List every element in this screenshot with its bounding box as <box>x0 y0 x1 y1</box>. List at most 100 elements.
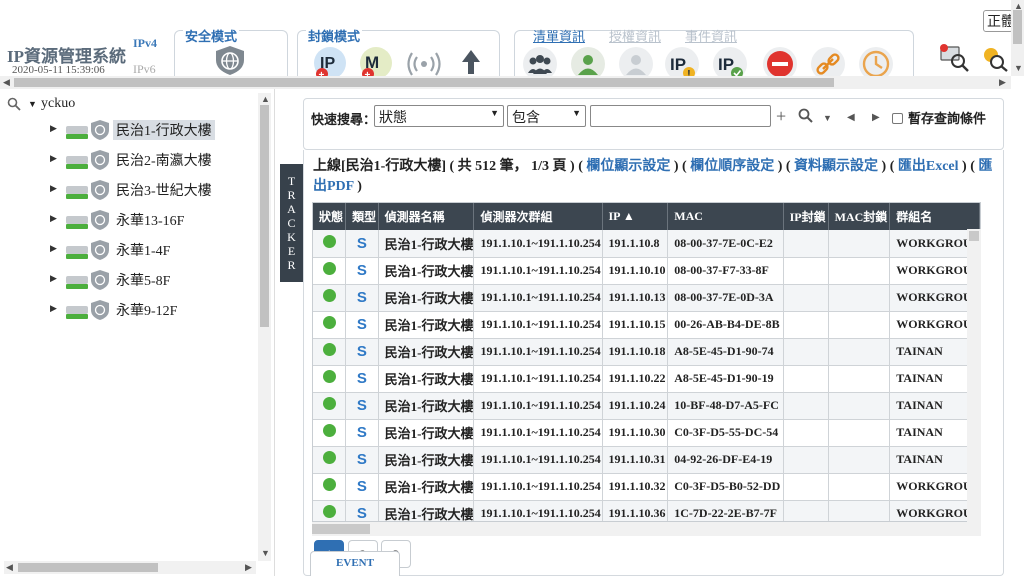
column-header-detector-subgroup[interactable]: 偵測器次群組 <box>473 203 603 230</box>
mac-cell[interactable]: 1C-7D-22-2E-B7-7F <box>667 500 784 521</box>
search-field-select[interactable]: 狀態 ▼ <box>374 105 504 127</box>
tree-node[interactable]: ▶ 永華1-4F <box>50 238 260 262</box>
table-row[interactable]: S 民治1-行政大樓 191.1.10.1~191.1.10.254 191.1.10… <box>313 338 980 366</box>
mac-cell[interactable]: 08-00-37-7E-0C-E2 <box>667 230 784 258</box>
column-header-status[interactable]: 狀態 <box>313 203 347 230</box>
column-header-ip[interactable]: IP ▲ <box>602 203 669 230</box>
scroll-left-icon[interactable]: ◀ <box>6 563 13 572</box>
table-row[interactable]: S 民治1-行政大樓 191.1.10.1~191.1.10.254 191.1.10… <box>313 257 980 285</box>
column-header-detector-name[interactable]: 偵測器名稱 <box>378 203 475 230</box>
column-header-type[interactable]: 類型 <box>345 203 379 230</box>
tab-event-info[interactable]: 事件資訊 <box>685 26 737 45</box>
table-row[interactable]: S 民治1-行政大樓 191.1.10.1~191.1.10.254 191.1.10… <box>313 500 980 521</box>
mac-cell[interactable]: 04-92-26-DF-E4-19 <box>667 446 784 474</box>
scroll-thumb[interactable] <box>312 524 370 534</box>
ip-cell[interactable]: 191.1.10.31 <box>602 446 669 474</box>
table-row[interactable]: S 民治1-行政大樓 191.1.10.1~191.1.10.254 191.1.10… <box>313 284 980 312</box>
expand-arrow-icon[interactable]: ▶ <box>50 273 57 284</box>
ip-cell[interactable]: 191.1.10.22 <box>602 365 669 393</box>
search-icon[interactable] <box>7 97 21 116</box>
search-input[interactable] <box>590 105 771 127</box>
tab-list-info[interactable]: 清單資訊 <box>533 26 585 45</box>
mac-cell[interactable]: 08-00-37-7E-0D-3A <box>667 284 784 312</box>
scroll-left-icon[interactable]: ◀ <box>3 78 10 87</box>
previous-icon[interactable]: ◀ <box>847 112 855 123</box>
next-icon[interactable]: ▶ <box>872 112 880 123</box>
table-row[interactable]: S 民治1-行政大樓 191.1.10.1~191.1.10.254 191.1.10… <box>313 473 980 501</box>
expand-arrow-icon[interactable]: ▶ <box>50 153 57 164</box>
scroll-thumb[interactable] <box>260 105 269 327</box>
ip-cell[interactable]: 191.1.10.24 <box>602 392 669 420</box>
search-device-icon[interactable] <box>982 46 1010 77</box>
tracker-tab[interactable]: T R A C K E R <box>280 164 304 282</box>
ip-cell[interactable]: 191.1.10.30 <box>602 419 669 447</box>
search-icon[interactable] <box>798 108 813 128</box>
table-horizontal-scrollbar[interactable] <box>312 522 981 536</box>
tree-node[interactable]: ▶ 永華9-12F <box>50 298 260 322</box>
ipv4-switch[interactable]: IPv4 <box>133 36 157 51</box>
mac-cell[interactable]: 08-00-37-F7-33-8F <box>667 257 784 285</box>
tree-node[interactable]: ▶ 民治1-行政大樓 <box>50 118 260 142</box>
ip-cell[interactable]: 191.1.10.10 <box>602 257 669 285</box>
table-row[interactable]: S 民治1-行政大樓 191.1.10.1~191.1.10.254 191.1.10… <box>313 419 980 447</box>
mac-cell[interactable]: 10-BF-48-D7-A5-FC <box>667 392 784 420</box>
save-query-checkbox[interactable]: 暫存查詢條件 <box>892 108 986 127</box>
chevron-down-icon[interactable]: ▼ <box>28 99 37 109</box>
ip-cell[interactable]: 191.1.10.36 <box>602 500 669 521</box>
chevron-down-icon[interactable]: ▼ <box>823 113 832 123</box>
column-header-group-name[interactable]: 群組名 <box>889 203 980 230</box>
column-order-link[interactable]: 欄位順序設定 <box>690 159 774 174</box>
mac-cell[interactable]: 00-26-AB-B4-DE-8B <box>667 311 784 339</box>
scroll-right-icon[interactable]: ▶ <box>999 78 1006 87</box>
ip-cell[interactable]: 191.1.10.13 <box>602 284 669 312</box>
column-display-link[interactable]: 欄位顯示設定 <box>586 159 670 174</box>
mac-cell[interactable]: C0-3F-D5-B0-52-DD <box>667 473 784 501</box>
top-horizontal-scrollbar[interactable]: ◀ ▶ <box>0 76 1011 89</box>
expand-arrow-icon[interactable]: ▶ <box>50 123 57 134</box>
mac-cell[interactable]: A8-5E-45-D1-90-74 <box>667 338 784 366</box>
mac-cell[interactable]: C0-3F-D5-55-DC-54 <box>667 419 784 447</box>
tree-node[interactable]: ▶ 永華5-8F <box>50 268 260 292</box>
expand-arrow-icon[interactable]: ▶ <box>50 213 57 224</box>
tree-node[interactable]: ▶ 永華13-16F <box>50 208 260 232</box>
tab-auth-info[interactable]: 授權資訊 <box>609 26 661 45</box>
checkbox-icon[interactable] <box>892 113 903 124</box>
ip-cell[interactable]: 191.1.10.32 <box>602 473 669 501</box>
tree-root-label[interactable]: yckuo <box>41 96 75 112</box>
tree-node[interactable]: ▶ 民治3-世紀大樓 <box>50 178 260 202</box>
column-header-mac[interactable]: MAC <box>667 203 784 230</box>
scroll-down-icon[interactable]: ▼ <box>261 549 270 558</box>
data-display-link[interactable]: 資料顯示設定 <box>794 159 878 174</box>
search-operator-select[interactable]: 包含 ▼ <box>507 105 586 127</box>
ip-cell[interactable]: 191.1.10.15 <box>602 311 669 339</box>
column-header-mac-block[interactable]: MAC封鎖 <box>828 203 891 230</box>
scroll-down-icon[interactable]: ▼ <box>1014 64 1023 73</box>
ipv6-switch[interactable]: IPv6 <box>133 62 156 77</box>
tree-node[interactable]: ▶ 民治2-南瀛大樓 <box>50 148 260 172</box>
expand-arrow-icon[interactable]: ▶ <box>50 183 57 194</box>
tree-horizontal-scrollbar[interactable]: ◀ ▶ <box>4 561 256 574</box>
expand-arrow-icon[interactable]: ▶ <box>50 303 57 314</box>
mac-cell[interactable]: A8-5E-45-D1-90-19 <box>667 365 784 393</box>
scroll-right-icon[interactable]: ▶ <box>245 563 252 572</box>
scroll-thumb[interactable] <box>18 563 158 572</box>
scroll-thumb[interactable] <box>969 231 979 241</box>
scroll-up-icon[interactable]: ▲ <box>261 95 270 104</box>
table-vertical-scrollbar[interactable] <box>967 229 981 522</box>
table-row[interactable]: S 民治1-行政大樓 191.1.10.1~191.1.10.254 191.1.10… <box>313 230 980 258</box>
event-tab[interactable]: EVENT <box>310 551 400 576</box>
scroll-thumb[interactable] <box>14 78 834 87</box>
top-vertical-scrollbar[interactable]: ▲ ▼ <box>1011 0 1024 76</box>
search-computer-icon[interactable] <box>938 42 972 77</box>
table-row[interactable]: S 民治1-行政大樓 191.1.10.1~191.1.10.254 191.1.10… <box>313 311 980 339</box>
ip-cell[interactable]: 191.1.10.8 <box>602 230 669 258</box>
column-header-ip-block[interactable]: IP封鎖 <box>783 203 829 230</box>
table-row[interactable]: S 民治1-行政大樓 191.1.10.1~191.1.10.254 191.1.10… <box>313 446 980 474</box>
add-condition-icon[interactable]: + <box>776 106 786 127</box>
export-excel-link[interactable]: 匯出Excel <box>898 159 959 174</box>
table-row[interactable]: S 民治1-行政大樓 191.1.10.1~191.1.10.254 191.1.10… <box>313 365 980 393</box>
scroll-thumb[interactable] <box>1013 10 1022 44</box>
tree-vertical-scrollbar[interactable]: ▲ ▼ <box>258 93 271 561</box>
ip-cell[interactable]: 191.1.10.18 <box>602 338 669 366</box>
expand-arrow-icon[interactable]: ▶ <box>50 243 57 254</box>
